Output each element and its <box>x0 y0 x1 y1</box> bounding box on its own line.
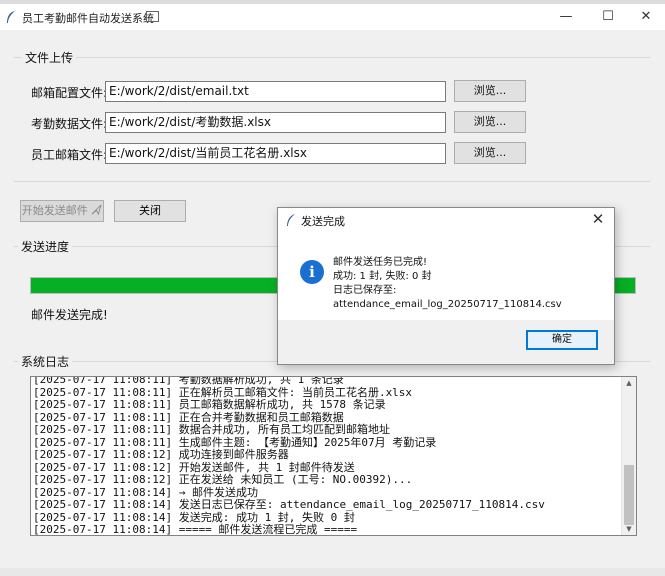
minimize-button[interactable]: — <box>548 6 584 28</box>
scroll-thumb[interactable] <box>624 465 634 525</box>
progress-section-label: 发送进度 <box>18 238 73 255</box>
email-config-label: 邮箱配置文件: <box>31 86 108 100</box>
start-send-label: 开始发送邮件 <box>21 204 88 217</box>
feather-icon <box>7 11 15 23</box>
employee-email-label: 员工邮箱文件: <box>31 148 108 162</box>
maximize-button[interactable]: ☐ <box>590 6 626 28</box>
attendance-data-input[interactable]: E:/work/2/dist/考勤数据.xlsx <box>105 112 446 133</box>
close-button[interactable]: 关闭 <box>114 200 186 222</box>
feather-icon <box>287 214 295 226</box>
window-titlebar: 员工考勤邮件自动发送系统 — ☐ ✕ <box>0 4 665 30</box>
log-lines: [2025-07-17 11:08:11] 考勤数据解析成功, 共 1 条记录 [… <box>33 376 545 536</box>
log-line: [2025-07-17 11:08:12] 成功连接到邮件服务器 <box>33 448 289 461</box>
employee-email-browse-button[interactable]: 浏览... <box>454 142 526 164</box>
log-line: [2025-07-17 11:08:14] ===== 邮件发送流程已完成 ==… <box>33 523 358 536</box>
dialog-title: 发送完成 <box>301 215 345 228</box>
bottom-strip <box>0 568 665 576</box>
log-scrollbar[interactable]: ▲ ▼ <box>621 377 636 535</box>
send-complete-dialog: 发送完成 ✕ i 邮件发送任务已完成! 成功: 1 封, 失败: 0 封 日志已… <box>277 207 615 365</box>
ok-button[interactable]: 确定 <box>526 330 598 350</box>
send-icon <box>91 204 102 216</box>
log-line: [2025-07-17 11:08:11] 考勤数据解析成功, 共 1 条记录 <box>33 376 344 386</box>
window-close-button[interactable]: ✕ <box>628 6 664 28</box>
dialog-message-line: 成功: 1 封, 失败: 0 封 <box>333 271 432 282</box>
section-divider <box>14 57 650 58</box>
scroll-down-icon[interactable]: ▼ <box>622 523 636 535</box>
dialog-titlebar: 发送完成 ✕ <box>278 208 614 232</box>
scroll-up-icon[interactable]: ▲ <box>622 377 636 389</box>
log-textarea[interactable]: [2025-07-17 11:08:11] 考勤数据解析成功, 共 1 条记录 [… <box>30 376 637 536</box>
attendance-data-label: 考勤数据文件: <box>31 117 108 131</box>
employee-email-input[interactable]: E:/work/2/dist/当前员工花名册.xlsx <box>105 143 446 164</box>
dialog-message-line: 邮件发送任务已完成! <box>333 257 428 268</box>
section-divider <box>14 181 650 182</box>
log-line: [2025-07-17 11:08:14] 发送日志已保存至: attendan… <box>33 498 545 511</box>
window-title: 员工考勤邮件自动发送系统 <box>22 12 154 25</box>
window-badge-icon <box>146 11 159 22</box>
log-line: [2025-07-17 11:08:12] 正在发送给 未知员工 (工号: NO… <box>33 473 413 486</box>
info-icon: i <box>300 260 324 284</box>
email-config-browse-button[interactable]: 浏览... <box>454 80 526 102</box>
start-send-button[interactable]: 开始发送邮件 <box>20 200 104 222</box>
dialog-message-line: 日志已保存至: attendance_email_log_20250717_11… <box>333 285 562 310</box>
progress-status: 邮件发送完成! <box>31 308 108 322</box>
email-config-input[interactable]: E:/work/2/dist/email.txt <box>105 81 446 102</box>
file-upload-section-label: 文件上传 <box>22 49 77 66</box>
dialog-close-icon[interactable]: ✕ <box>590 210 606 228</box>
log-line: [2025-07-17 11:08:11] 数据合并成功, 所有员工均匹配到邮箱… <box>33 423 390 436</box>
log-line: [2025-07-17 11:08:11] 员工邮箱数据解析成功, 共 1578… <box>33 398 386 411</box>
log-section-label: 系统日志 <box>18 353 73 370</box>
attendance-data-browse-button[interactable]: 浏览... <box>454 111 526 133</box>
